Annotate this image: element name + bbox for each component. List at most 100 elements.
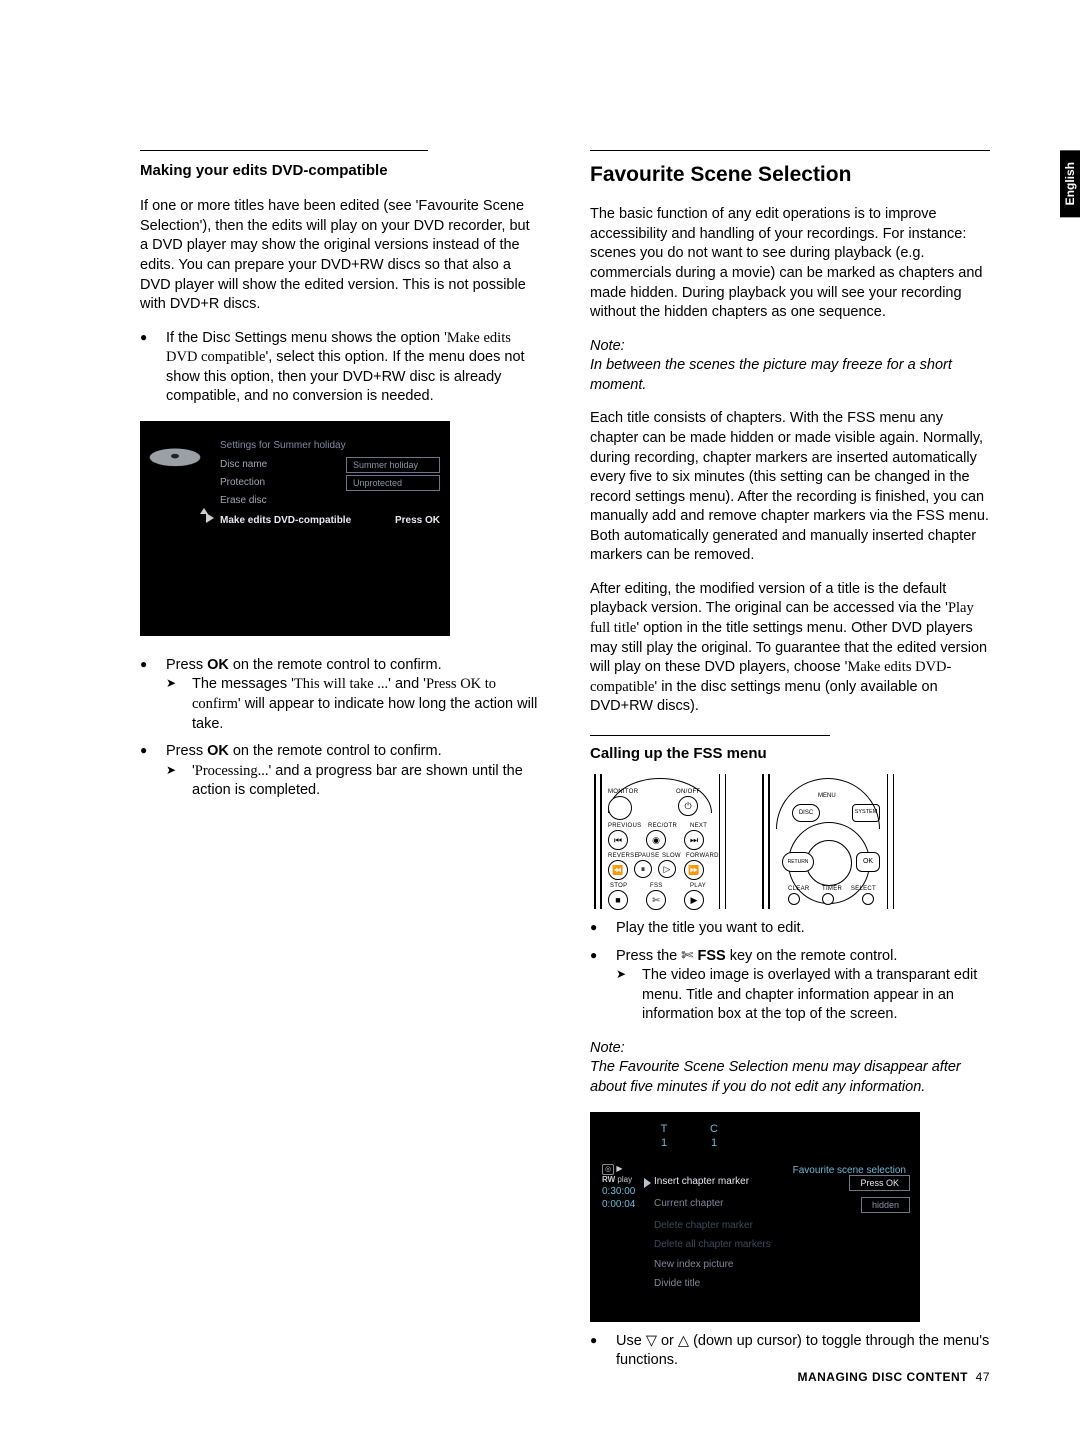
text: Press the xyxy=(616,948,681,964)
label-slow: SLOW xyxy=(662,852,681,860)
rule xyxy=(590,735,830,736)
text: on the remote control to confirm. xyxy=(229,657,442,673)
label-clear: CLEAR xyxy=(788,885,810,893)
osd-row: Disc name Summer holiday xyxy=(220,457,440,473)
paragraph: The basic function of any edit operation… xyxy=(590,205,990,322)
label-reverse: REVERSE xyxy=(608,852,639,860)
heading-fss: Favourite Scene Selection xyxy=(590,161,990,189)
scissors-icon: ✄ xyxy=(681,948,693,964)
bullet-list: Press OK on the remote control to confir… xyxy=(140,656,540,801)
text: key on the remote control. xyxy=(726,948,898,964)
paragraph: If one or more titles have been edited (… xyxy=(140,197,540,314)
osd-row-selected: Make edits DVD-compatiblePress OK xyxy=(220,513,440,529)
osd-value: Press OK xyxy=(395,514,440,528)
osd-c-value: 1 xyxy=(711,1137,717,1149)
label-menu: MENU xyxy=(818,792,836,800)
right-column: Favourite Scene Selection The basic func… xyxy=(590,150,990,1385)
stop-button-icon: ■ xyxy=(608,890,628,910)
osd-play: play xyxy=(617,1175,632,1184)
label-next: NEXT xyxy=(690,822,707,830)
fwd-button-icon: ⏩ xyxy=(684,860,704,880)
pause-button-icon: ⏸ xyxy=(634,860,652,878)
prev-button-icon: ⏮ xyxy=(608,830,628,850)
label-stop: STOP xyxy=(610,882,627,890)
osd-term: Processing... xyxy=(195,763,269,779)
label-previous: PREVIOUS xyxy=(608,822,641,830)
text: Press xyxy=(166,657,207,673)
osd-label: Current chapter xyxy=(654,1197,723,1213)
return-button-icon: RETURN xyxy=(782,852,814,872)
power-button-icon: ⏻ xyxy=(678,796,698,816)
osd-settings-screenshot: Settings for Summer holiday Disc name Sum… xyxy=(140,421,450,636)
bullet-list: If the Disc Settings menu shows the opti… xyxy=(140,329,540,407)
paragraph: Each title consists of chapters. With th… xyxy=(590,409,990,566)
osd-label: New index picture xyxy=(654,1258,733,1272)
text: ' will appear to indicate how long the a… xyxy=(192,696,537,732)
text: The messages ' xyxy=(192,676,294,692)
next-button-icon: ⏭ xyxy=(684,830,704,850)
bullet-list: Use ▽ or △ (down up cursor) to toggle th… xyxy=(590,1332,990,1371)
note-text: The Favourite Scene Selection menu may d… xyxy=(590,1059,961,1095)
osd-term: This will take ... xyxy=(294,676,388,692)
text: ' and ' xyxy=(388,676,426,692)
osd-row: Delete chapter marker xyxy=(654,1216,910,1236)
text: on the remote control to confirm. xyxy=(229,743,442,759)
osd-t-label: T xyxy=(661,1123,668,1135)
system-button-icon: SYSTEM xyxy=(852,804,880,822)
note: Note: In between the scenes the picture … xyxy=(590,337,990,396)
osd-label: Disc name xyxy=(220,458,267,472)
bullet-item: If the Disc Settings menu shows the opti… xyxy=(140,329,540,407)
osd-t-value: 1 xyxy=(661,1137,667,1149)
remote-diagrams: MONITOR ON/OFF ⏻ PREVIOUS REC/OTR NEXT ⏮… xyxy=(590,774,990,909)
osd-value: Summer holiday xyxy=(346,457,440,473)
footer-label: MANAGING DISC CONTENT xyxy=(797,1370,968,1384)
note-text: In between the scenes the picture may fr… xyxy=(590,357,952,393)
osd-fss-screenshot: T1 C1 ◎ ▶ RW play 0:30:00 0:00:04 Favour… xyxy=(590,1112,920,1322)
osd-header: Favourite scene selection xyxy=(793,1164,906,1178)
bullet-item: Press OK on the remote control to confir… xyxy=(140,742,540,801)
osd-label: Erase disc xyxy=(220,494,267,508)
page-number: 47 xyxy=(976,1370,990,1384)
small-button-icon xyxy=(862,893,874,905)
rev-button-icon: ⏪ xyxy=(608,860,628,880)
remote-right: MENU DISC SYSTEM RETURN OK CLEAR TIMER S… xyxy=(758,774,898,909)
text: If the Disc Settings menu shows the opti… xyxy=(166,330,447,346)
language-tab: English xyxy=(1060,150,1080,217)
osd-label: Delete all chapter markers xyxy=(654,1238,771,1252)
bullet-item: Press OK on the remote control to confir… xyxy=(140,656,540,734)
text: After editing, the modified version of a… xyxy=(590,581,948,617)
label-pause: PAUSE xyxy=(638,852,659,860)
paragraph: After editing, the modified version of a… xyxy=(590,580,990,717)
osd-row: Delete all chapter markers xyxy=(654,1235,910,1255)
osd-c-label: C xyxy=(710,1123,718,1135)
key-ok: OK xyxy=(207,743,229,759)
rule xyxy=(140,150,428,151)
osd-label: Insert chapter marker xyxy=(654,1175,749,1191)
heading-calling-fss: Calling up the FSS menu xyxy=(590,744,990,764)
osd-rw: RW xyxy=(602,1175,615,1184)
remote-left: MONITOR ON/OFF ⏻ PREVIOUS REC/OTR NEXT ⏮… xyxy=(590,774,730,909)
osd-row: Protection Unprotected xyxy=(220,475,440,491)
label-timer: TIMER xyxy=(822,885,842,893)
page: Making your edits DVD-compatible If one … xyxy=(0,0,1080,1445)
disc-icon xyxy=(145,448,204,466)
text: Press xyxy=(166,743,207,759)
osd-value: Unprotected xyxy=(346,475,440,491)
osd-title: Settings for Summer holiday xyxy=(220,439,346,453)
small-button-icon xyxy=(788,893,800,905)
ok-button-icon: OK xyxy=(856,852,880,872)
rec-button-icon: ◉ xyxy=(646,830,666,850)
osd-total-time: 0:30:00 xyxy=(602,1186,635,1197)
rule xyxy=(590,150,990,151)
osd-row: Current chapterhidden xyxy=(654,1194,910,1216)
monitor-button-icon xyxy=(608,796,632,820)
osd-label: Delete chapter marker xyxy=(654,1219,753,1233)
label-monitor: MONITOR xyxy=(608,788,638,796)
fss-button-icon: ✄ xyxy=(646,890,666,910)
disc-button-icon: DISC xyxy=(792,804,820,822)
bullet-item: Use ▽ or △ (down up cursor) to toggle th… xyxy=(590,1332,990,1371)
label-fss: FSS xyxy=(650,882,663,890)
osd-label: Protection xyxy=(220,476,265,490)
sub-item: The messages 'This will take ...' and 'P… xyxy=(166,675,540,734)
label-onoff: ON/OFF xyxy=(676,788,700,796)
